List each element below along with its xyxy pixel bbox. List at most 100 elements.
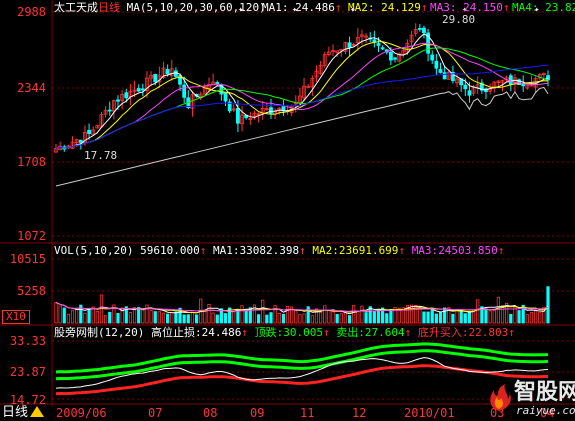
volume-bar — [372, 310, 376, 324]
volume-bar — [83, 312, 87, 324]
volume-bar — [174, 311, 178, 324]
volume-bar — [463, 313, 467, 324]
price-ytick-top: 2988 — [17, 5, 46, 19]
volume-bar — [91, 306, 95, 324]
period-tab[interactable]: 日线 — [2, 406, 28, 420]
volume-bar — [186, 314, 190, 324]
price-ma4: MA4: 23.82 — [512, 1, 575, 14]
volume-bar — [484, 308, 488, 324]
volume-bar — [182, 314, 186, 324]
volume-bar — [538, 312, 542, 324]
volume-bar — [438, 312, 443, 324]
low-annotation: 17.78 — [84, 149, 118, 162]
volume-bar — [455, 309, 459, 324]
volume-bar — [190, 311, 195, 324]
candle-body — [236, 107, 240, 124]
volume-bar — [352, 304, 356, 324]
volume-bar — [277, 312, 281, 324]
volume-bar — [108, 311, 112, 324]
volume-bar — [149, 310, 153, 324]
price-ma2: MA2: 24.129↑ — [348, 1, 428, 14]
candle-body — [173, 70, 178, 77]
volume-bar — [161, 312, 166, 324]
volume-bar — [203, 309, 207, 324]
volume-bar — [422, 311, 426, 324]
candle-body — [136, 88, 141, 92]
volume-bar — [265, 314, 269, 324]
candle-body — [388, 51, 393, 61]
ind-ytick-top: 33.33 — [9, 334, 46, 348]
candle-body — [376, 43, 381, 46]
ind-ytick-mid: 23.87 — [9, 365, 46, 379]
volume-bar — [343, 312, 348, 324]
candle-body — [438, 69, 443, 73]
candle-body — [347, 42, 352, 48]
volume-bar — [240, 305, 244, 324]
x-tick-label: 09 — [250, 406, 265, 420]
candle-body — [393, 57, 397, 60]
indicator-lines — [55, 342, 549, 396]
watermark-url: raiyue.com — [516, 404, 575, 417]
volume-bar — [459, 310, 463, 324]
volume-bar — [215, 314, 219, 324]
ma10-line — [55, 41, 549, 150]
volume-bar — [426, 311, 430, 324]
volume-bar — [116, 313, 120, 324]
x-tick-label: 12 — [352, 406, 367, 420]
volume-bars — [54, 286, 550, 324]
volume-bar — [99, 294, 104, 324]
volume-unit-badge: X10 — [2, 310, 30, 324]
grid-lines — [0, 0, 575, 406]
candle-body — [269, 107, 273, 114]
volume-bar — [434, 313, 438, 324]
volume-bar — [492, 309, 496, 324]
volume-bar — [385, 313, 389, 324]
volume-bar — [356, 310, 360, 324]
candle-body — [124, 92, 129, 99]
volume-bar — [364, 312, 368, 324]
volume-bar — [54, 302, 58, 324]
volume-bar — [194, 314, 199, 324]
volume-bar — [496, 296, 500, 324]
price-ytick-2: 2344 — [17, 81, 46, 95]
ma-params: MA(5,10,20,30,60,120) — [126, 1, 266, 14]
volume-bar — [58, 305, 62, 324]
volume-bar — [298, 314, 302, 324]
chart-canvas: ✦ ✦ ✦ ✦ ✦ — [0, 0, 575, 406]
x-tick-label: 2010/01 — [404, 406, 455, 420]
volume-bar — [323, 305, 327, 324]
volume-bar — [347, 315, 352, 324]
volume-bar — [170, 312, 174, 324]
price-ma1: MA1: 24.486↑ — [262, 1, 342, 14]
vol-ma20-line — [55, 302, 549, 312]
volume-bar — [211, 312, 215, 324]
volume-bar — [285, 306, 290, 324]
volume-bar — [509, 313, 513, 324]
volume-bar — [157, 311, 161, 324]
scroll-up-triangle-icon[interactable] — [30, 406, 44, 417]
candle-body — [87, 129, 91, 134]
candle-body — [107, 109, 112, 112]
volume-bar — [517, 310, 521, 324]
candle-body — [463, 84, 468, 90]
volume-bar — [306, 306, 310, 324]
moving-average-lines — [55, 33, 549, 187]
price-header: 太工天成日线 MA(5,10,20,30,60,120) — [54, 2, 266, 14]
candle-body — [508, 75, 513, 85]
volume-bar — [529, 312, 534, 324]
volume-bar — [75, 308, 79, 324]
price-ytick-bottom: 1072 — [17, 229, 46, 243]
volume-bar — [232, 311, 236, 324]
volume-header: VOL(5,10,20) 59610.000↑ MA1:33082.398↑ M… — [54, 244, 505, 257]
candle-body — [372, 39, 377, 43]
volume-bar — [62, 307, 66, 324]
candle-body — [467, 90, 472, 96]
candle-body — [223, 91, 228, 102]
candle-body — [417, 28, 422, 30]
volume-bar — [87, 307, 91, 324]
watermark-name: 智股网 — [514, 380, 575, 405]
candle-body — [430, 54, 435, 61]
indicator-header: 股旁网制(12,20) 高位止损:24.486↑ 顶跌:30.005↑ 卖出:2… — [54, 326, 515, 339]
vol-ytick-mid: 5258 — [17, 284, 46, 298]
price-ytick-3: 1708 — [17, 155, 46, 169]
